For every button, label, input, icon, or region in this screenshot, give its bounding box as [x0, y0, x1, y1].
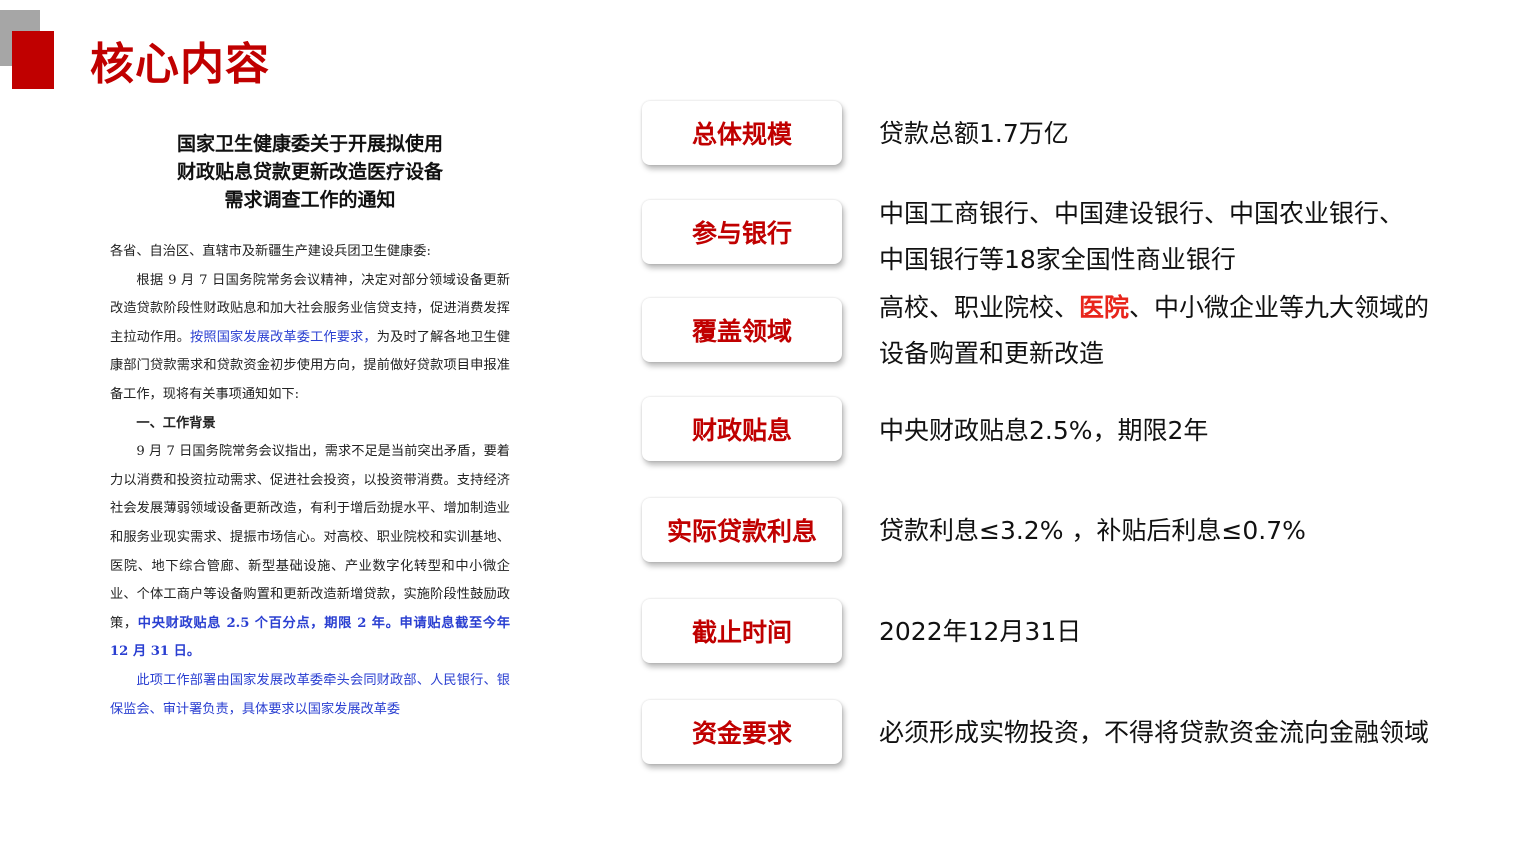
- value-highlight: 医院: [1079, 293, 1130, 322]
- document-paragraph: 9 月 7 日国务院常务会议指出，需求不足是当前突出矛盾，要着力以消费和投资拉动…: [110, 438, 510, 667]
- row-value: 中国工商银行、中国建设银行、中国农业银行、 中国银行等18家全国性商业银行: [879, 191, 1469, 283]
- paragraph-text: 9 月 7 日国务院常务会议指出，需求不足是当前突出矛盾，要着力以消费和投资拉动…: [110, 444, 510, 631]
- value-line: 中央财政贴息2.5%，期限2年: [879, 416, 1209, 445]
- document-section-heading: 一、工作背景: [136, 415, 216, 431]
- document-salutation: 各省、自治区、直辖市及新疆生产建设兵团卫生健康委:: [110, 244, 431, 259]
- row-subsidy: 财政贴息 中央财政贴息2.5%，期限2年: [642, 397, 1502, 465]
- label-pill: 资金要求: [642, 700, 842, 764]
- label-pill: 覆盖领域: [642, 298, 842, 362]
- row-value: 2022年12月31日: [879, 609, 1469, 655]
- value-line: 设备购置和更新改造: [879, 339, 1105, 368]
- value-line: 贷款总额1.7万亿: [879, 119, 1069, 148]
- document-paragraph: 此项工作部署由国家发展改革委牵头会同财政部、人民银行、银保监会、审计署负责，具体…: [110, 672, 510, 717]
- label-pill: 截止时间: [642, 599, 842, 663]
- row-scale: 总体规模 贷款总额1.7万亿: [642, 101, 1502, 169]
- document-title-line: 需求调查工作的通知: [224, 189, 396, 211]
- row-deadline: 截止时间 2022年12月31日: [642, 599, 1502, 667]
- document-title-line: 财政贴息贷款更新改造医疗设备: [176, 161, 443, 183]
- value-line: 2022年12月31日: [879, 617, 1082, 646]
- label-pill: 实际贷款利息: [642, 498, 842, 562]
- row-value: 中央财政贴息2.5%，期限2年: [879, 408, 1469, 454]
- document-title: 国家卫生健康委关于开展拟使用 财政贴息贷款更新改造医疗设备 需求调查工作的通知: [110, 130, 510, 214]
- paragraph-highlight: 按照国家发展改革委工作要求，: [190, 329, 377, 345]
- slide-title: 核心内容: [90, 39, 270, 90]
- title-accent-red: [12, 31, 54, 89]
- row-value: 高校、职业院校、医院、中小微企业等九大领域的 设备购置和更新改造: [879, 285, 1469, 377]
- value-text: 、中小微企业等九大领域的: [1129, 293, 1430, 322]
- row-interest: 实际贷款利息 贷款利息≤3.2% ，补贴后利息≤0.7%: [642, 498, 1502, 566]
- row-value: 贷款总额1.7万亿: [879, 111, 1469, 157]
- row-coverage: 覆盖领域 高校、职业院校、医院、中小微企业等九大领域的 设备购置和更新改造: [642, 293, 1502, 368]
- row-funds: 资金要求 必须形成实物投资，不得将贷款资金流向金融领域: [642, 700, 1502, 768]
- document-title-line: 国家卫生健康委关于开展拟使用: [176, 133, 443, 155]
- value-line: 必须形成实物投资，不得将贷款资金流向金融领域: [879, 718, 1430, 747]
- row-value: 贷款利息≤3.2% ，补贴后利息≤0.7%: [879, 508, 1469, 554]
- label-pill: 总体规模: [642, 101, 842, 165]
- value-line: 贷款利息≤3.2% ，补贴后利息≤0.7%: [879, 516, 1306, 545]
- label-pill: 财政贴息: [642, 397, 842, 461]
- row-banks: 参与银行 中国工商银行、中国建设银行、中国农业银行、 中国银行等18家全国性商业…: [642, 199, 1502, 274]
- value-line: 中国银行等18家全国性商业银行: [879, 245, 1236, 274]
- label-pill: 参与银行: [642, 200, 842, 264]
- paragraph-highlight: 中央财政贴息 2.5 个百分点，期限 2 年。申请贴息截至今年 12 月 31 …: [110, 615, 511, 660]
- value-text: 高校、职业院校、: [879, 293, 1080, 322]
- document-excerpt: 国家卫生健康委关于开展拟使用 财政贴息贷款更新改造医疗设备 需求调查工作的通知 …: [110, 130, 510, 724]
- document-paragraph: 根据 9 月 7 日国务院常务会议精神，决定对部分领域设备更新改造贷款阶段性财政…: [110, 267, 510, 410]
- document-body: 各省、自治区、直辖市及新疆生产建设兵团卫生健康委: 根据 9 月 7 日国务院常…: [110, 238, 510, 724]
- row-value: 必须形成实物投资，不得将贷款资金流向金融领域: [879, 710, 1469, 756]
- value-line: 高校、职业院校、医院、中小微企业等九大领域的: [879, 285, 1469, 331]
- value-line: 中国工商银行、中国建设银行、中国农业银行、: [879, 199, 1405, 228]
